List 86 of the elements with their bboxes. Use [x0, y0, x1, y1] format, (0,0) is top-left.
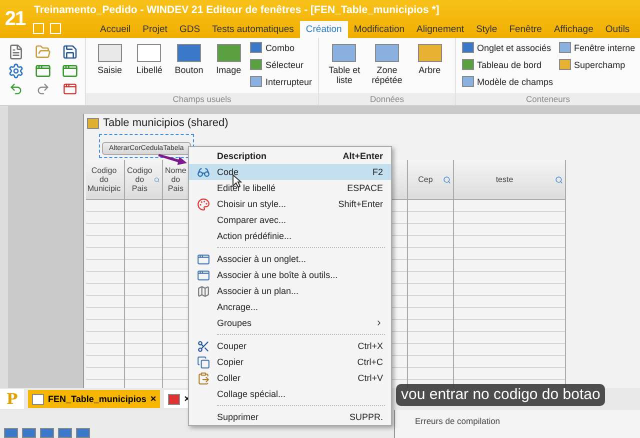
arrow-annotation [158, 154, 187, 165]
glasses-icon [196, 166, 210, 178]
ribbon-button[interactable]: Combo [250, 41, 312, 54]
control-icon [462, 59, 474, 70]
control-icon [250, 59, 262, 70]
menu-item[interactable]: Copier Ctrl+C [189, 354, 391, 370]
document-tab[interactable]: FEN_Table_municipios × [28, 390, 160, 408]
control-icon [332, 44, 356, 62]
group-label: Champs usuels [86, 93, 318, 105]
menu-item[interactable]: Supprimer SUPPR. [189, 409, 391, 425]
plan-icon [196, 284, 210, 298]
control-icon [559, 42, 572, 53]
control-icon [375, 44, 399, 62]
window-icon [87, 118, 99, 128]
ribbon-button[interactable]: Libellé [132, 41, 168, 93]
menu-item[interactable]: Comparer avec... [189, 212, 391, 228]
menu-item[interactable]: Associer à un onglet... [189, 251, 391, 267]
ribbon-button[interactable]: Zone répétée [368, 41, 406, 93]
save-icon[interactable] [62, 44, 78, 60]
ribbon-button[interactable]: Bouton [171, 41, 207, 93]
ribbon-tab[interactable]: GDS [173, 21, 206, 38]
menu-item[interactable]: Ancrage... [189, 299, 391, 315]
control-icon [559, 59, 572, 70]
ribbon-tab[interactable]: Affichage [548, 21, 600, 38]
ribbon-button[interactable]: Tableau de bord [462, 58, 554, 71]
window-icon [196, 268, 210, 282]
window-icon[interactable] [34, 62, 50, 78]
ribbon-button[interactable]: Image [210, 41, 246, 93]
ribbon-tab[interactable]: Outils [599, 21, 636, 38]
menu-item[interactable]: Action prédéfinie... [189, 228, 391, 244]
search-icon [154, 176, 160, 184]
ribbon-tab[interactable]: Fenêtre [503, 21, 548, 38]
ribbon-tab[interactable]: Alignement [410, 21, 470, 38]
document-icon [32, 394, 44, 404]
menu-item[interactable]: Coller Ctrl+V [189, 370, 391, 386]
video-subtitle: vou entrar no codigo do botao [396, 384, 606, 406]
ribbon-tab[interactable]: Création [300, 21, 348, 38]
ribbon-button[interactable]: Table et liste [325, 41, 364, 93]
window-title: Treinamento_Pedido - WINDEV 21 Editeur de fenêtres - [FEN_Table_municipios *] [33, 3, 440, 18]
app-logo: 21 [4, 6, 26, 32]
search-icon [555, 176, 563, 184]
open-folder-icon[interactable] [34, 44, 50, 60]
control-icon [462, 42, 474, 53]
window-icon[interactable] [62, 62, 78, 78]
control-icon [216, 44, 241, 62]
ribbon-button[interactable]: Saisie [92, 41, 128, 93]
search-icon [443, 176, 451, 184]
ribbon-button[interactable]: Onglet et associés [462, 41, 554, 54]
redo-icon[interactable] [36, 82, 50, 96]
editor-window-title: Table municipios (shared) [103, 117, 228, 129]
ribbon-button[interactable]: Fenêtre interne [559, 41, 636, 54]
ribbon-tab[interactable]: Projet [136, 21, 174, 38]
pane-title: Erreurs de compilation [415, 416, 500, 426]
document-icon [168, 394, 180, 404]
ribbon-tab[interactable]: Style [470, 21, 504, 38]
ribbon-button[interactable]: Interrupteur [250, 75, 312, 88]
scissors-icon [196, 340, 210, 352]
control-icon [250, 42, 262, 53]
ribbon-button[interactable]: Arbre [410, 41, 450, 93]
control-icon [98, 44, 122, 62]
control-icon [418, 44, 442, 62]
ribbon-button[interactable]: Sélecteur [250, 58, 312, 71]
new-file-icon[interactable] [8, 44, 24, 60]
menu-item[interactable]: Associer à une boîte à outils... [189, 267, 391, 283]
clipboard-icon [196, 372, 210, 384]
copy-icon [196, 356, 210, 368]
close-icon[interactable]: × [150, 394, 156, 404]
ribbon-tab[interactable]: Modification [348, 21, 411, 38]
menu-item[interactable]: Couper Ctrl+X [189, 338, 391, 354]
menu-item[interactable]: Associer à un plan... [189, 283, 391, 299]
control-icon [462, 76, 474, 87]
group-label: Conteneurs [456, 93, 640, 105]
undo-icon[interactable] [8, 82, 22, 96]
ribbon-button[interactable]: Modèle de champs [462, 75, 554, 88]
menu-item[interactable]: Code F2 [189, 164, 391, 180]
control-icon [177, 44, 202, 62]
group-label: Données [319, 93, 455, 105]
control-icon [137, 44, 162, 62]
menu-item[interactable]: Groupes [189, 315, 391, 331]
ribbon-tab[interactable]: Tests automatiques [206, 21, 300, 38]
control-icon [250, 76, 262, 87]
ribbon-tab[interactable]: Accueil [94, 21, 137, 38]
window-icon [196, 252, 210, 266]
gear-icon[interactable] [8, 62, 24, 78]
ribbon-button[interactable]: Superchamp [559, 58, 636, 71]
palette-icon [196, 198, 210, 210]
